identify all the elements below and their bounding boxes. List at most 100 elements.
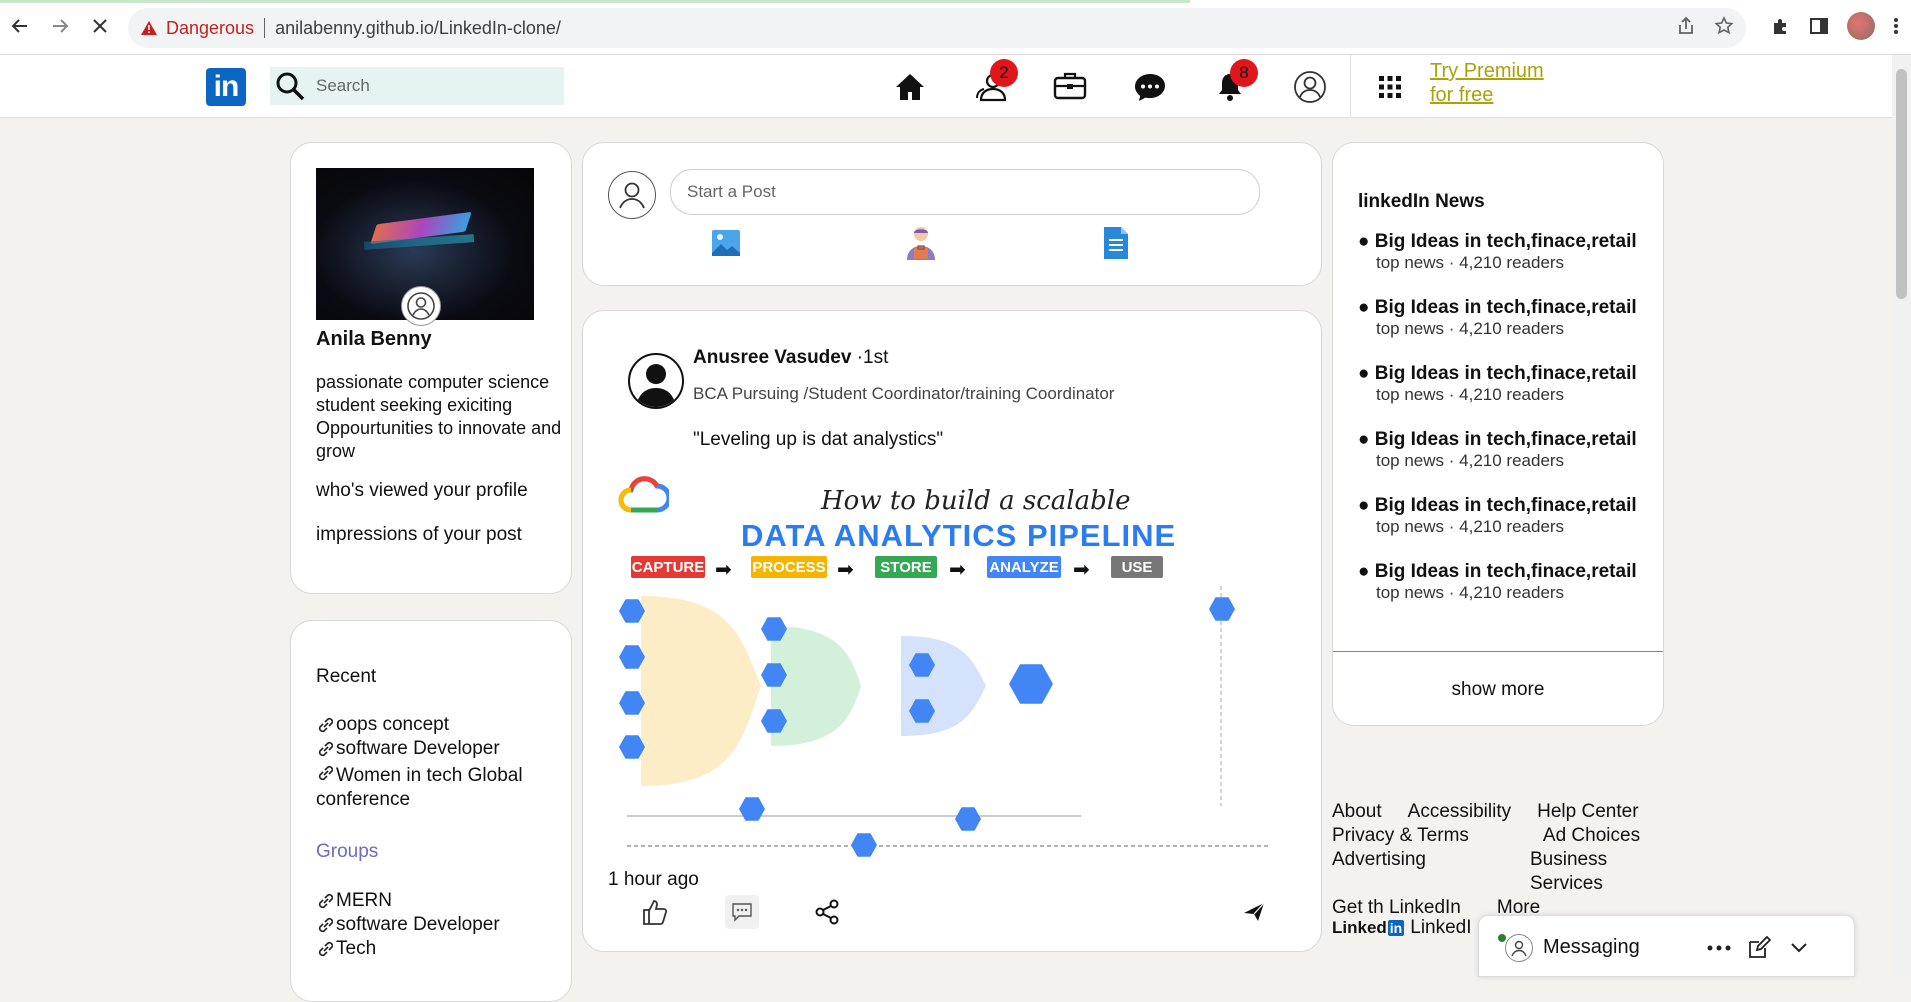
footer-help-center[interactable]: Help Center [1537, 800, 1638, 824]
news-headline[interactable]: ● Big Ideas in tech,finace,retail [1358, 495, 1637, 517]
group-item[interactable]: Tech [316, 937, 566, 961]
news-headline-text[interactable]: Big Ideas in tech,finace,retail [1375, 231, 1637, 252]
messaging-dock[interactable]: Messaging [1478, 915, 1855, 977]
composer-avatar[interactable] [608, 171, 656, 219]
nav-home[interactable] [888, 65, 932, 109]
recent-item-label[interactable]: oops concept [336, 713, 449, 737]
stop-loading-button[interactable] [86, 12, 114, 40]
news-headline-text[interactable]: Big Ideas in tech,finace,retail [1375, 561, 1637, 582]
show-more-button[interactable]: show more [1333, 679, 1663, 701]
news-headline-text[interactable]: Big Ideas in tech,finace,retail [1375, 495, 1637, 516]
add-job-button[interactable] [901, 223, 941, 263]
premium-line-2[interactable]: for free [1430, 83, 1544, 107]
add-document-button[interactable] [1096, 223, 1136, 263]
post-author-avatar[interactable] [628, 353, 684, 409]
recent-title: Recent [316, 666, 377, 687]
group-item-label[interactable]: software Developer [336, 913, 500, 937]
nav-network[interactable]: 2 [968, 59, 1018, 109]
try-premium-link[interactable]: Try Premium for free [1430, 59, 1544, 107]
nav-profile[interactable] [1288, 65, 1332, 109]
back-button[interactable] [6, 12, 34, 40]
header-divider [1350, 55, 1351, 117]
recent-item-label[interactable]: software Developer [336, 737, 500, 761]
warning-icon[interactable] [140, 20, 158, 36]
footer-ad-choices[interactable]: Ad Choices [1543, 824, 1640, 848]
group-item[interactable]: MERN [316, 889, 566, 913]
group-item-label[interactable]: Tech [336, 937, 376, 961]
recent-item-label[interactable]: Women in tech Global conference [316, 765, 523, 810]
post-author[interactable]: Anusree Vasudev ·1st [693, 347, 888, 369]
share-icon[interactable] [1676, 16, 1696, 36]
page-scrollbar[interactable] [1892, 55, 1911, 975]
footer-advertising[interactable]: Advertising [1332, 848, 1426, 896]
user-avatar-icon [1511, 940, 1527, 957]
recent-item[interactable]: Women in tech Global conference [316, 761, 566, 812]
address-bar[interactable]: Dangerous anilabenny.github.io/LinkedIn-… [128, 8, 1746, 48]
footer-business-services[interactable]: Business Services [1530, 848, 1672, 896]
news-headline[interactable]: ● Big Ideas in tech,finace,retail [1358, 231, 1637, 253]
collapse-messaging-button[interactable] [1785, 934, 1813, 962]
send-button[interactable] [1237, 895, 1271, 929]
security-status[interactable]: Dangerous [166, 18, 254, 39]
nav-work-grid[interactable] [1368, 65, 1412, 109]
group-item[interactable]: software Developer [316, 913, 566, 937]
extensions-puzzle-icon[interactable] [1771, 16, 1791, 36]
premium-line-1[interactable]: Try Premium [1430, 59, 1544, 83]
profile-avatar[interactable] [401, 286, 441, 326]
news-headline[interactable]: ● Big Ideas in tech,finace,retail [1358, 297, 1637, 319]
news-headline[interactable]: ● Big Ideas in tech,finace,retail [1358, 561, 1637, 583]
forward-button[interactable] [46, 12, 74, 40]
news-item[interactable]: ● Big Ideas in tech,finace,retail top ne… [1358, 429, 1637, 495]
recent-item[interactable]: oops concept [316, 713, 566, 737]
notifications-badge: 8 [1230, 59, 1258, 87]
like-button[interactable] [638, 895, 672, 929]
messaging-label[interactable]: Messaging [1543, 936, 1640, 959]
post-impressions-link[interactable]: impressions of your post [316, 524, 522, 546]
scrollbar-thumb[interactable] [1896, 69, 1907, 299]
messaging-more-button[interactable] [1705, 934, 1733, 962]
nav-jobs[interactable] [1048, 65, 1092, 109]
comment-button[interactable] [725, 895, 759, 929]
news-item[interactable]: ● Big Ideas in tech,finace,retail top ne… [1358, 561, 1637, 627]
news-headline-text[interactable]: Big Ideas in tech,finace,retail [1375, 297, 1637, 318]
news-item[interactable]: ● Big Ideas in tech,finace,retail top ne… [1358, 495, 1637, 561]
network-badge: 2 [990, 59, 1018, 87]
stage-use: USE [1111, 556, 1163, 578]
footer-accessibility[interactable]: Accessibility [1408, 800, 1511, 824]
post-author-name[interactable]: Anusree Vasudev [693, 347, 851, 368]
news-headline[interactable]: ● Big Ideas in tech,finace,retail [1358, 429, 1637, 451]
nav-notifications[interactable]: 8 [1208, 59, 1258, 109]
groups-title[interactable]: Groups [316, 841, 378, 863]
url-text[interactable]: anilabenny.github.io/LinkedIn-clone/ [275, 18, 561, 39]
news-item[interactable]: ● Big Ideas in tech,finace,retail top ne… [1358, 297, 1637, 363]
share-button[interactable] [810, 895, 844, 929]
footer-privacy[interactable]: Privacy & Terms [1332, 824, 1469, 848]
search-bar[interactable] [270, 67, 564, 105]
nav-messaging[interactable] [1128, 65, 1172, 109]
news-meta: top news · 4,210 readers [1376, 517, 1565, 536]
news-item[interactable]: ● Big Ideas in tech,finace,retail top ne… [1358, 231, 1637, 297]
start-post-input[interactable] [685, 181, 1239, 203]
search-input[interactable] [314, 75, 548, 97]
start-post-field[interactable] [670, 169, 1260, 215]
browser-profile-avatar[interactable] [1847, 12, 1875, 40]
news-headline[interactable]: ● Big Ideas in tech,finace,retail [1358, 363, 1637, 385]
side-panel-icon[interactable] [1809, 16, 1829, 36]
footer-about[interactable]: About [1332, 800, 1382, 824]
group-item-label[interactable]: MERN [336, 889, 392, 913]
compose-message-button[interactable] [1745, 934, 1773, 962]
recent-item[interactable]: software Developer [316, 737, 566, 761]
linkedin-logo[interactable]: in [206, 68, 246, 106]
news-headline-text[interactable]: Big Ideas in tech,finace,retail [1375, 363, 1637, 384]
google-cloud-logo-icon [618, 476, 669, 513]
add-photo-button[interactable] [706, 223, 746, 263]
news-item[interactable]: ● Big Ideas in tech,finace,retail top ne… [1358, 363, 1637, 429]
bookmark-star-icon[interactable] [1714, 16, 1734, 36]
profile-name[interactable]: Anila Benny [316, 328, 432, 351]
profile-viewers-link[interactable]: who's viewed your profile [316, 480, 528, 502]
messaging-avatar[interactable] [1505, 934, 1533, 962]
post-image[interactable]: How to build a scalable DATA ANALYTICS P… [611, 476, 1291, 876]
news-headline-text[interactable]: Big Ideas in tech,finace,retail [1375, 429, 1637, 450]
kebab-menu-icon[interactable] [1893, 16, 1899, 36]
share-icon [815, 899, 839, 925]
